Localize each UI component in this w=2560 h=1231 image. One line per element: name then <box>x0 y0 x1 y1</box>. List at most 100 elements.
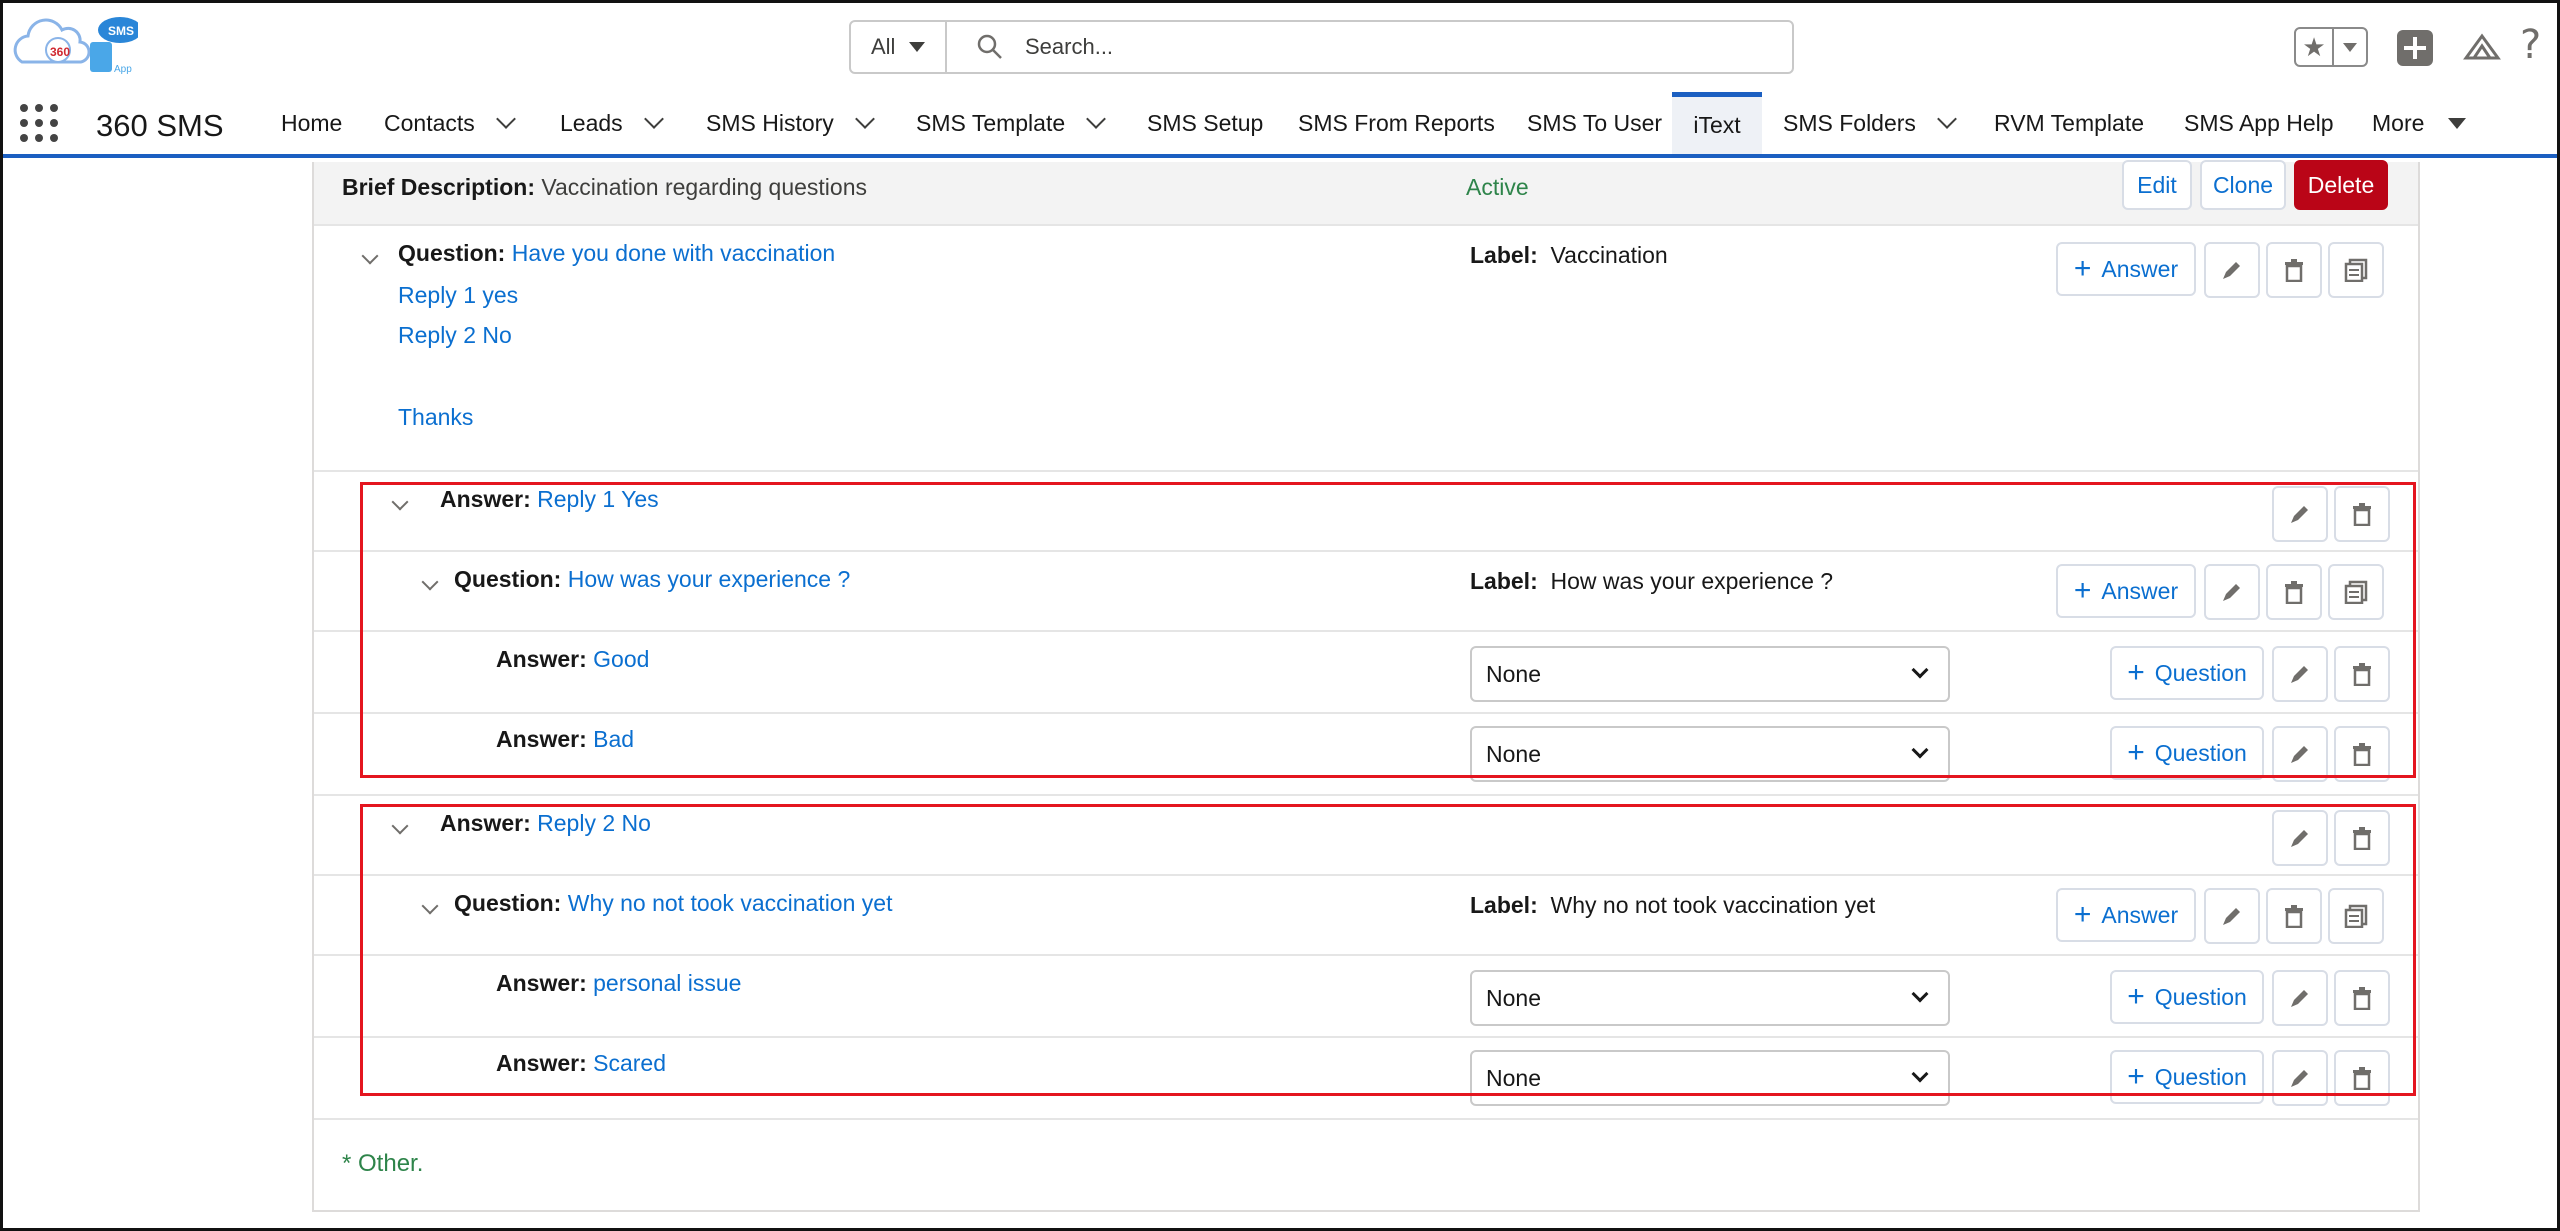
add-question-button[interactable]: + Question <box>2110 726 2264 780</box>
answer-text[interactable]: Scared <box>593 1050 666 1076</box>
edit-pencil-button[interactable] <box>2272 970 2328 1026</box>
answer-prefix: Answer: <box>496 726 587 752</box>
trash-icon <box>2353 743 2371 766</box>
caret-down-icon <box>909 42 926 52</box>
answer-text[interactable]: Reply 1 Yes <box>537 486 658 512</box>
delete-trash-button[interactable] <box>2334 810 2390 866</box>
delete-trash-button[interactable] <box>2334 646 2390 702</box>
nav-item-itext[interactable]: iText <box>1672 92 1762 154</box>
question-row: Question: Why no not took vaccination ye… <box>314 876 2418 956</box>
edit-pencil-button[interactable] <box>2272 486 2328 542</box>
delete-trash-button[interactable] <box>2334 1050 2390 1106</box>
answer-text[interactable]: Bad <box>593 726 634 752</box>
clone-button[interactable]: Clone <box>2200 160 2286 210</box>
copy-button[interactable] <box>2328 888 2384 944</box>
nav-item-contacts[interactable]: Contacts <box>384 92 516 154</box>
help-icon[interactable]: ? <box>2520 22 2541 68</box>
delete-trash-button[interactable] <box>2266 888 2322 944</box>
nav-item-sms-to-user[interactable]: SMS To User <box>1527 92 1662 154</box>
nav-item-more[interactable]: More <box>2372 92 2467 154</box>
next-question-select[interactable]: None <box>1470 646 1950 702</box>
edit-pencil-button[interactable] <box>2272 810 2328 866</box>
add-answer-button[interactable]: + Answer <box>2056 888 2196 942</box>
question-text[interactable]: Why no not took vaccination yet <box>568 890 893 916</box>
app-logo-icon[interactable]: 360 SMS App <box>8 16 138 76</box>
brief-description-value: Vaccination regarding questions <box>541 174 867 200</box>
collapse-chevron-icon[interactable] <box>391 817 409 835</box>
trailhead-icon[interactable] <box>2462 28 2502 68</box>
edit-pencil-button[interactable] <box>2204 564 2260 620</box>
answer-text[interactable]: Reply 2 No <box>537 810 651 836</box>
add-answer-button[interactable]: + Answer <box>2056 564 2196 618</box>
add-answer-button[interactable]: + Answer <box>2056 242 2196 296</box>
nav-item-sms-folders[interactable]: SMS Folders <box>1783 92 1957 154</box>
edit-pencil-button[interactable] <box>2204 242 2260 298</box>
delete-trash-button[interactable] <box>2266 242 2322 298</box>
collapse-chevron-icon[interactable] <box>421 573 439 591</box>
chevron-down-icon[interactable] <box>854 109 875 129</box>
delete-trash-button[interactable] <box>2334 970 2390 1026</box>
trash-icon <box>2353 1067 2371 1090</box>
nav-item-sms-app-help[interactable]: SMS App Help <box>2184 92 2334 154</box>
question-body-line: Reply 1 yes <box>398 282 519 308</box>
trash-icon <box>2353 827 2371 850</box>
edit-pencil-button[interactable] <box>2204 888 2260 944</box>
copy-icon <box>2344 258 2368 282</box>
nav-item-sms-from-reports[interactable]: SMS From Reports <box>1298 92 1495 154</box>
collapse-chevron-icon[interactable] <box>361 247 379 265</box>
nav-item-leads[interactable]: Leads <box>560 92 664 154</box>
pencil-icon <box>2291 1070 2308 1087</box>
delete-button[interactable]: Delete <box>2294 160 2388 210</box>
delete-trash-button[interactable] <box>2334 726 2390 782</box>
nav-label: SMS To User <box>1527 109 1663 136</box>
nav-label: SMS Setup <box>1147 109 1264 136</box>
add-question-button[interactable]: + Question <box>2110 970 2264 1024</box>
collapse-chevron-icon[interactable] <box>421 897 439 915</box>
nav-item-home[interactable]: Home <box>281 92 342 154</box>
add-question-button[interactable]: + Question <box>2110 1050 2264 1104</box>
search-scope-select[interactable]: All <box>851 22 947 72</box>
global-actions-plus-icon[interactable] <box>2397 30 2433 66</box>
select-value: None <box>1486 984 1541 1011</box>
delete-trash-button[interactable] <box>2334 486 2390 542</box>
edit-pencil-button[interactable] <box>2272 726 2328 782</box>
search-icon <box>977 34 1002 59</box>
copy-icon <box>2344 904 2368 928</box>
copy-button[interactable] <box>2328 564 2384 620</box>
delete-trash-button[interactable] <box>2266 564 2322 620</box>
question-text[interactable]: Have you done with vaccination <box>512 240 835 266</box>
next-question-select[interactable]: None <box>1470 1050 1950 1106</box>
add-question-label: Question <box>2154 1063 2247 1090</box>
add-question-button[interactable]: + Question <box>2110 646 2264 700</box>
edit-pencil-button[interactable] <box>2272 646 2328 702</box>
add-answer-label: Answer <box>2101 577 2179 604</box>
edit-button[interactable]: Edit <box>2122 160 2192 210</box>
next-question-select[interactable]: None <box>1470 970 1950 1026</box>
question-text[interactable]: How was your experience ? <box>568 566 851 592</box>
add-question-label: Question <box>2154 739 2247 766</box>
favorite-star-icon[interactable]: ★ <box>2296 29 2334 65</box>
collapse-chevron-icon[interactable] <box>391 493 409 511</box>
question-prefix: Question: <box>454 566 562 592</box>
answer-text[interactable]: Good <box>593 646 649 672</box>
nav-item-sms-template[interactable]: SMS Template <box>916 92 1107 154</box>
search-input[interactable] <box>1025 34 1725 60</box>
chevron-down-icon[interactable] <box>643 109 664 129</box>
pencil-icon <box>2223 908 2240 925</box>
favorites-menu-button[interactable] <box>2334 29 2366 65</box>
nav-item-sms-setup[interactable]: SMS Setup <box>1147 92 1263 154</box>
next-question-select[interactable]: None <box>1470 726 1950 782</box>
plus-icon: + <box>2073 252 2092 285</box>
answer-option-row: Answer: personal issue None + Question <box>314 956 2418 1038</box>
chevron-down-icon[interactable] <box>495 109 516 129</box>
nav-item-rvm-template[interactable]: RVM Template <box>1994 92 2144 154</box>
answer-text[interactable]: personal issue <box>593 970 741 996</box>
trash-icon <box>2285 259 2303 282</box>
edit-pencil-button[interactable] <box>2272 1050 2328 1106</box>
chevron-down-icon[interactable] <box>1937 109 1957 129</box>
chevron-down-icon[interactable] <box>1086 109 1107 129</box>
nav-item-sms-history[interactable]: SMS History <box>706 92 875 154</box>
copy-button[interactable] <box>2328 242 2384 298</box>
trash-icon <box>2353 987 2371 1010</box>
app-launcher-icon[interactable] <box>20 104 58 142</box>
